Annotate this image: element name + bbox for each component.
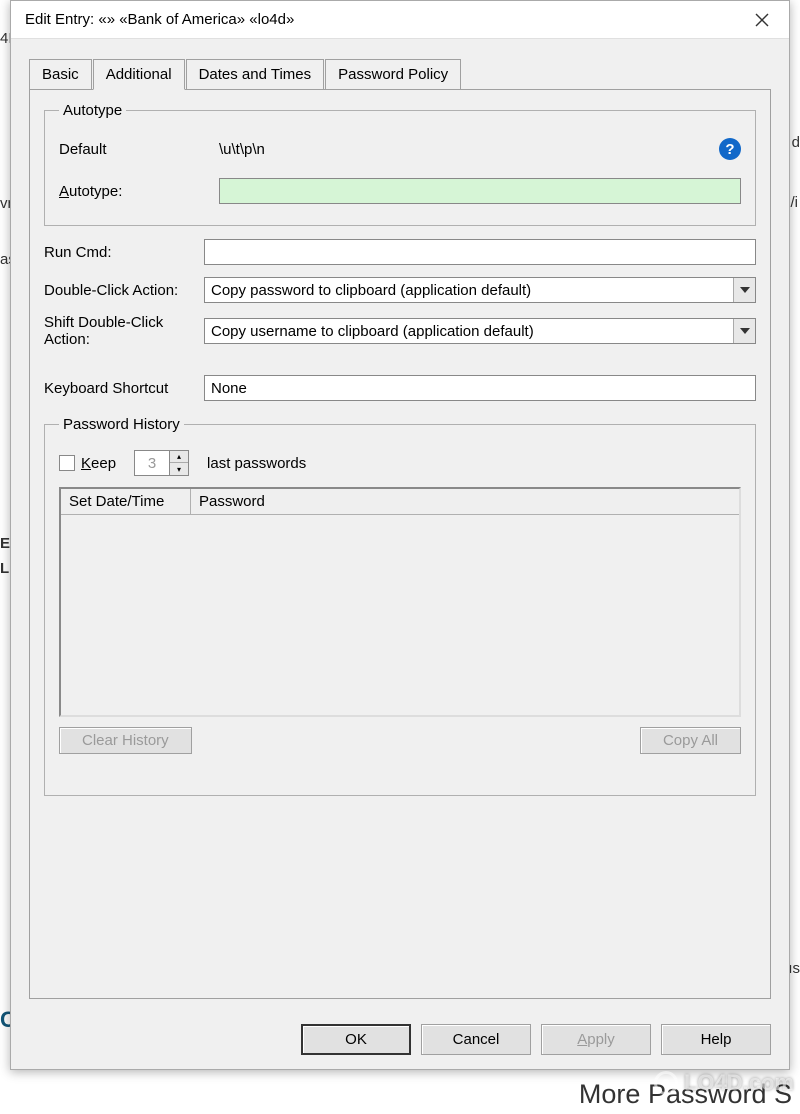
sdca-combo-value: Copy username to clipboard (application … — [211, 323, 534, 340]
sdca-label: Shift Double-Click Action: — [44, 314, 204, 348]
runcmd-input[interactable] — [204, 239, 756, 265]
keep-count-spinner[interactable]: ▴ ▾ — [134, 450, 189, 476]
tab-dates-times[interactable]: Dates and Times — [186, 59, 325, 90]
copy-all-button[interactable]: Copy All — [640, 727, 741, 754]
help-button[interactable]: Help — [661, 1024, 771, 1055]
tab-basic[interactable]: Basic — [29, 59, 92, 90]
keep-label: Keep — [81, 455, 116, 472]
cancel-button[interactable]: Cancel — [421, 1024, 531, 1055]
tab-additional[interactable]: Additional — [93, 59, 185, 90]
autotype-input[interactable] — [219, 178, 741, 204]
history-legend: Password History — [59, 416, 184, 433]
spinner-down[interactable]: ▾ — [170, 463, 188, 475]
window-title: Edit Entry: «» «Bank of America» «lo4d» — [25, 11, 294, 28]
col-password[interactable]: Password — [191, 489, 739, 514]
chevron-down-icon — [733, 319, 755, 343]
apply-button[interactable]: ApplyApply — [541, 1024, 651, 1055]
dca-label: Double-Click Action: — [44, 282, 204, 299]
dialog-buttons: OK Cancel ApplyApply Help — [301, 1024, 771, 1055]
keep-checkbox[interactable]: Keep Keep — [59, 455, 116, 472]
password-history-group: Password History Keep Keep ▴ ▾ last pass… — [44, 416, 756, 796]
tab-password-policy[interactable]: Password Policy — [325, 59, 461, 90]
tabbar: Basic Additional Dates and Times Passwor… — [29, 57, 771, 89]
history-table[interactable]: Set Date/Time Password — [59, 487, 741, 717]
tab-panel-additional: Autotype Default \u\t\p\n ? AAutotype:ut… — [29, 89, 771, 999]
col-set-date[interactable]: Set Date/Time — [61, 489, 191, 514]
autotype-label: AAutotype:utotype: — [59, 183, 219, 200]
edit-entry-dialog: Edit Entry: «» «Bank of America» «lo4d» … — [10, 0, 790, 1070]
keep-count-input[interactable] — [135, 452, 169, 474]
clear-history-button[interactable]: Clear History — [59, 727, 192, 754]
shortcut-input[interactable] — [204, 375, 756, 401]
shortcut-label: Keyboard Shortcut — [44, 380, 204, 397]
sdca-combo[interactable]: Copy username to clipboard (application … — [204, 318, 756, 344]
keep-suffix: last passwords — [207, 455, 306, 472]
checkbox-icon — [59, 455, 75, 471]
runcmd-label: Run Cmd: — [44, 244, 204, 261]
titlebar: Edit Entry: «» «Bank of America» «lo4d» — [11, 1, 789, 39]
background-heading: More Password S — [579, 1079, 792, 1110]
ok-button[interactable]: OK — [301, 1024, 411, 1055]
dca-combo-value: Copy password to clipboard (application … — [211, 282, 531, 299]
help-icon[interactable]: ? — [719, 138, 741, 160]
default-label: Default — [59, 141, 219, 158]
autotype-group: Autotype Default \u\t\p\n ? AAutotype:ut… — [44, 102, 756, 226]
chevron-down-icon — [733, 278, 755, 302]
dca-combo[interactable]: Copy password to clipboard (application … — [204, 277, 756, 303]
close-button[interactable] — [747, 5, 777, 35]
history-table-header: Set Date/Time Password — [61, 489, 739, 515]
spinner-up[interactable]: ▴ — [170, 451, 188, 463]
autotype-legend: Autotype — [59, 102, 126, 119]
default-value: \u\t\p\n — [219, 141, 711, 158]
